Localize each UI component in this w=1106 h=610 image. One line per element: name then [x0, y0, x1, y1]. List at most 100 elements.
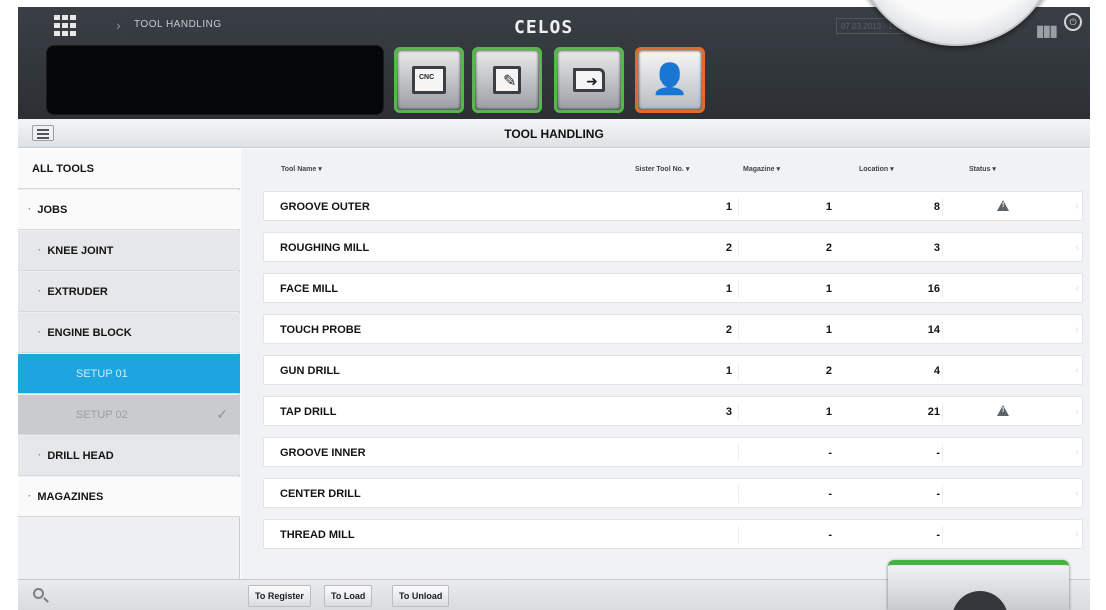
sidebar-item-label: MAGAZINES — [37, 490, 104, 503]
cell-divider — [942, 198, 943, 216]
app-grid-icon[interactable] — [54, 15, 78, 37]
bullet-icon: · — [38, 450, 42, 461]
brand-logo: CELOS — [514, 17, 574, 38]
sidebar-item-label: KNEE JOINT — [47, 244, 114, 257]
checkmark-icon: ✓ — [216, 406, 228, 422]
app-tile-machine[interactable] — [888, 560, 1069, 610]
table-row[interactable]: GROOVE INNER - - ‹ — [263, 437, 1083, 467]
cell-divider — [738, 239, 739, 257]
table-row[interactable]: TOUCH PROBE 2 1 14 ‹ — [263, 314, 1083, 344]
page-title: TOOL HANDLING — [504, 127, 604, 141]
sidebar-item-drill-head[interactable]: · DRILL HEAD — [18, 436, 240, 476]
tool-name-cell: TAP DRILL — [280, 406, 337, 418]
table-row[interactable]: ROUGHING MILL 2 2 3 ‹ — [263, 232, 1083, 262]
row-expand-icon[interactable]: ‹ — [1076, 529, 1079, 540]
sidebar-item-label: EXTRUDER — [47, 285, 108, 298]
tool-name-cell: FACE MILL — [280, 283, 339, 295]
row-expand-icon[interactable]: ‹ — [1076, 406, 1079, 417]
sidebar-item-jobs[interactable]: · JOBS — [18, 190, 240, 230]
signal-icon: ▮▮▮ — [1035, 23, 1058, 40]
column-label: Sister Tool No. — [635, 166, 684, 173]
table-row[interactable]: CENTER DRILL - - ‹ — [263, 478, 1083, 508]
magazine-cell: 1 — [825, 406, 832, 418]
sister-tool-cell: 2 — [725, 242, 732, 254]
bullet-icon: · — [38, 245, 42, 256]
location-cell: - — [936, 488, 940, 500]
table-row[interactable]: FACE MILL 1 1 16 ‹ — [263, 273, 1083, 303]
message-panel — [46, 45, 384, 115]
app-tile-cnc[interactable] — [394, 47, 464, 113]
celos-screen: › TOOL HANDLING CELOS 07.03.2013 · 13:41… — [0, 0, 1106, 610]
row-expand-icon[interactable]: ‹ — [1076, 201, 1079, 212]
search-icon[interactable] — [33, 588, 44, 599]
table-row[interactable]: TAP DRILL 3 1 21 ‹ — [263, 396, 1083, 426]
sister-tool-cell: 1 — [725, 283, 732, 295]
table-row[interactable]: GUN DRILL 1 2 4 ‹ — [263, 355, 1083, 385]
bullet-icon: · — [38, 286, 42, 297]
row-expand-icon[interactable]: ‹ — [1076, 324, 1079, 335]
to-unload-button[interactable]: To Unload — [392, 585, 450, 607]
cell-divider — [738, 198, 739, 216]
row-expand-icon[interactable]: ‹ — [1076, 242, 1079, 253]
cell-divider — [942, 362, 943, 380]
app-tile-documents[interactable] — [472, 47, 542, 113]
sidebar-item-label: ENGINE BLOCK — [47, 326, 132, 339]
cell-divider — [942, 403, 943, 421]
cell-divider — [738, 526, 739, 544]
column-label: Status — [969, 166, 991, 173]
to-load-button[interactable]: To Load — [324, 585, 373, 607]
sidebar-item-all-tools[interactable]: ALL TOOLS — [18, 149, 240, 189]
tool-name-cell: TOUCH PROBE — [280, 324, 362, 336]
location-cell: 8 — [933, 201, 940, 213]
edit-document-icon — [493, 66, 521, 94]
column-header-sister-tool[interactable]: Sister Tool No. ▾ — [635, 165, 689, 173]
cell-divider — [942, 526, 943, 544]
sidebar-item-label: DRILL HEAD — [47, 449, 114, 462]
sidebar-item-magazines[interactable]: · MAGAZINES — [18, 477, 240, 517]
cell-divider — [738, 485, 739, 503]
table-header: Tool Name ▾ Sister Tool No. ▾ Magazine ▾… — [241, 149, 1090, 187]
column-label: Magazine — [743, 166, 775, 173]
to-register-button[interactable]: To Register — [248, 585, 311, 607]
app-tile-transfer[interactable] — [554, 47, 624, 113]
table-row[interactable]: THREAD MILL - - ‹ — [263, 519, 1083, 549]
sidebar-item-extruder[interactable]: · EXTRUDER — [18, 272, 240, 312]
column-header-location[interactable]: Location ▾ — [859, 165, 894, 173]
row-expand-icon[interactable]: ‹ — [1076, 488, 1079, 499]
sidebar: ALL TOOLS · JOBS · KNEE JOINT · EXTRUDER… — [18, 149, 240, 579]
magazine-cell: 1 — [825, 283, 832, 295]
bullet-icon: · — [28, 491, 32, 502]
column-label: Tool Name — [281, 166, 317, 173]
location-cell: - — [936, 529, 940, 541]
sidebar-item-knee-joint[interactable]: · KNEE JOINT — [18, 231, 240, 271]
sister-tool-cell: 2 — [725, 324, 732, 336]
table-row[interactable]: GROOVE OUTER 1 1 8 ‹ — [263, 191, 1083, 221]
magazine-cell: 1 — [825, 201, 832, 213]
tool-name-cell: GROOVE OUTER — [280, 201, 370, 213]
row-expand-icon[interactable]: ‹ — [1076, 365, 1079, 376]
sidebar-item-engine-block[interactable]: · ENGINE BLOCK — [18, 313, 240, 353]
magazine-cell: - — [828, 488, 832, 500]
magazine-cell: - — [828, 529, 832, 541]
machine-icon — [952, 591, 1008, 610]
column-header-status[interactable]: Status ▾ — [969, 165, 996, 173]
power-icon[interactable]: ⏻ — [1064, 13, 1082, 31]
cell-divider — [942, 321, 943, 339]
magazine-cell: 2 — [825, 365, 832, 377]
tool-name-cell: GROOVE INNER — [280, 447, 366, 459]
column-header-magazine[interactable]: Magazine ▾ — [743, 165, 780, 173]
magazine-cell: 2 — [825, 242, 832, 254]
tool-name-cell: ROUGHING MILL — [280, 242, 370, 254]
tool-name-cell: GUN DRILL — [280, 365, 340, 377]
column-header-tool-name[interactable]: Tool Name ▾ — [281, 165, 322, 173]
cell-divider — [942, 444, 943, 462]
cell-divider — [942, 239, 943, 257]
row-expand-icon[interactable]: ‹ — [1076, 283, 1079, 294]
app-tile-tool-handling[interactable]: 👤 — [635, 47, 705, 113]
row-expand-icon[interactable]: ‹ — [1076, 447, 1079, 458]
chevron-right-icon: › — [116, 17, 121, 33]
sidebar-item-setup-02[interactable]: SETUP 02 ✓ — [18, 395, 240, 435]
sidebar-item-setup-01[interactable]: SETUP 01 — [18, 354, 240, 394]
sidebar-item-label: ALL TOOLS — [32, 162, 94, 175]
breadcrumb[interactable]: TOOL HANDLING — [134, 19, 222, 30]
